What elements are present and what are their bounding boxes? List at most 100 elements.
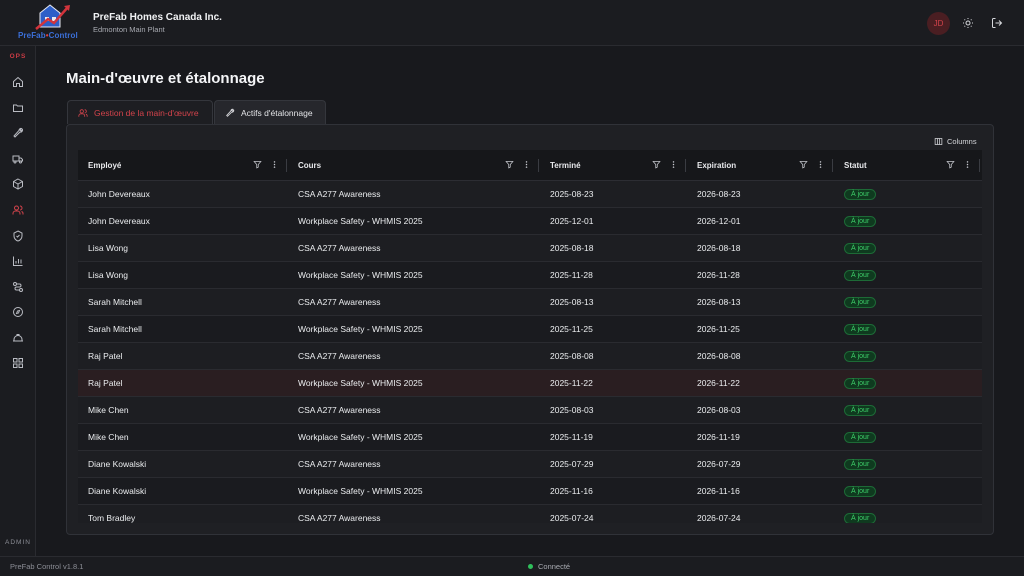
more-vertical-icon[interactable] [816, 160, 825, 169]
cell-expiration: 2026-11-22 [697, 378, 740, 388]
page-title: Main-d'œuvre et étalonnage [66, 70, 265, 87]
cell-employee: John Devereaux [88, 216, 150, 226]
table-row[interactable]: Raj Patel CSA A277 Awareness 2025-08-08 … [78, 343, 982, 370]
cell-course: CSA A277 Awareness [298, 297, 381, 307]
filter-icon[interactable] [505, 160, 514, 169]
cell-expiration: 2026-11-19 [697, 432, 740, 442]
cell-expiration: 2026-08-23 [697, 189, 741, 199]
status-badge: À jour [844, 404, 877, 416]
cell-course: Workplace Safety - WHMIS 2025 [298, 378, 423, 388]
column-header-employee[interactable]: Employé [88, 150, 121, 181]
company-name: PreFab Homes Canada Inc. [93, 12, 222, 23]
cell-completed: 2025-08-03 [550, 405, 594, 415]
table-row[interactable]: Sarah Mitchell CSA A277 Awareness 2025-0… [78, 289, 982, 316]
status-badge: À jour [844, 485, 877, 497]
table-row[interactable]: Lisa Wong CSA A277 Awareness 2025-08-18 … [78, 235, 982, 262]
avatar[interactable]: JD [927, 12, 950, 35]
sidebar-item-home[interactable] [8, 72, 28, 92]
users-icon [12, 205, 24, 215]
cell-expiration: 2026-08-13 [697, 297, 741, 307]
filter-icon[interactable] [253, 160, 262, 169]
filter-icon[interactable] [946, 160, 955, 169]
cell-completed: 2025-11-22 [550, 378, 593, 388]
sidebar-section-ops: OPS [9, 53, 27, 60]
column-header-completed[interactable]: Terminé [550, 150, 581, 181]
status-badge: À jour [844, 431, 877, 443]
cell-completed: 2025-08-13 [550, 297, 594, 307]
tab-calibration-assets[interactable]: Actifs d'étalonnage [214, 100, 326, 124]
cell-expiration: 2026-08-18 [697, 243, 741, 253]
logo-text: PreFab•Control [18, 31, 78, 40]
cell-course: CSA A277 Awareness [298, 513, 381, 523]
cell-course: Workplace Safety - WHMIS 2025 [298, 216, 423, 226]
cell-course: CSA A277 Awareness [298, 189, 381, 199]
cell-completed: 2025-07-24 [550, 513, 594, 523]
table-row[interactable]: Lisa Wong Workplace Safety - WHMIS 2025 … [78, 262, 982, 289]
status-badge: À jour [844, 242, 877, 254]
filter-icon[interactable] [799, 160, 808, 169]
sidebar-item-projects[interactable] [8, 98, 28, 118]
columns-button[interactable]: Columns [934, 137, 977, 146]
tab-workforce-management[interactable]: Gestion de la main-d'œuvre [67, 100, 213, 124]
more-vertical-icon[interactable] [669, 160, 678, 169]
sidebar-item-inventory[interactable] [8, 174, 28, 194]
column-header-expiration[interactable]: Expiration [697, 150, 736, 181]
table-row[interactable]: Diane Kowalski CSA A277 Awareness 2025-0… [78, 451, 982, 478]
sidebar-item-reports[interactable] [8, 251, 28, 271]
sidebar-item-shipping[interactable] [8, 149, 28, 169]
table-row[interactable]: Diane Kowalski Workplace Safety - WHMIS … [78, 478, 982, 505]
status-badge: À jour [844, 269, 877, 281]
sidebar-item-navigation[interactable] [8, 302, 28, 322]
logout-icon [992, 18, 1003, 28]
table-row[interactable]: Tom Bradley CSA A277 Awareness 2025-07-2… [78, 505, 982, 523]
table-row[interactable]: Sarah Mitchell Workplace Safety - WHMIS … [78, 316, 982, 343]
status-dot-icon [528, 564, 533, 569]
filter-icon[interactable] [652, 160, 661, 169]
cell-employee: Mike Chen [88, 432, 129, 442]
sidebar-section-admin: ADMIN [5, 539, 31, 546]
sidebar-item-workforce[interactable] [8, 200, 28, 220]
sidebar-item-safety[interactable] [8, 328, 28, 348]
cell-completed: 2025-08-23 [550, 189, 594, 199]
grid-icon [13, 358, 23, 368]
cell-course: Workplace Safety - WHMIS 2025 [298, 486, 423, 496]
sidebar-item-apps[interactable] [8, 353, 28, 373]
logout-button[interactable] [988, 14, 1006, 32]
column-header-course[interactable]: Cours [298, 150, 321, 181]
sidebar-item-quality[interactable] [8, 226, 28, 246]
more-vertical-icon[interactable] [522, 160, 531, 169]
footer: PreFab Control v1.8.1 Connecté [0, 556, 1024, 576]
top-bar: PreFab•Control PreFab Homes Canada Inc. … [0, 0, 1024, 46]
cell-completed: 2025-11-19 [550, 432, 593, 442]
users-icon [78, 108, 88, 117]
table-row-hovered[interactable]: Raj Patel Workplace Safety - WHMIS 2025 … [78, 370, 982, 397]
training-table: Employé Cours Terminé Expiration Statut [78, 150, 982, 523]
hard-hat-icon [13, 334, 23, 342]
status-badge: À jour [844, 458, 877, 470]
compass-icon [13, 307, 23, 317]
cell-expiration: 2026-07-29 [697, 459, 741, 469]
status-badge: À jour [844, 188, 877, 200]
table-row[interactable]: John Devereaux CSA A277 Awareness 2025-0… [78, 181, 982, 208]
table-row[interactable]: John Devereaux Workplace Safety - WHMIS … [78, 208, 982, 235]
table-row[interactable]: Mike Chen Workplace Safety - WHMIS 2025 … [78, 424, 982, 451]
sidebar-item-tools[interactable] [8, 123, 28, 143]
theme-toggle-button[interactable] [959, 14, 977, 32]
cell-employee: Raj Patel [88, 378, 123, 388]
cell-completed: 2025-12-01 [550, 216, 594, 226]
cell-completed: 2025-11-28 [550, 270, 593, 280]
more-vertical-icon[interactable] [963, 160, 972, 169]
connection-status: Connecté [528, 562, 570, 571]
sidebar-item-routes[interactable] [8, 277, 28, 297]
status-badge: À jour [844, 215, 877, 227]
more-vertical-icon[interactable] [270, 160, 279, 169]
cell-employee: Mike Chen [88, 405, 129, 415]
cell-course: CSA A277 Awareness [298, 405, 381, 415]
cell-expiration: 2026-08-03 [697, 405, 741, 415]
column-header-status[interactable]: Statut [844, 150, 867, 181]
table-row[interactable]: Mike Chen CSA A277 Awareness 2025-08-03 … [78, 397, 982, 424]
cell-course: CSA A277 Awareness [298, 243, 381, 253]
truck-icon [12, 155, 23, 164]
cell-expiration: 2026-07-24 [697, 513, 741, 523]
shield-icon [13, 230, 23, 242]
